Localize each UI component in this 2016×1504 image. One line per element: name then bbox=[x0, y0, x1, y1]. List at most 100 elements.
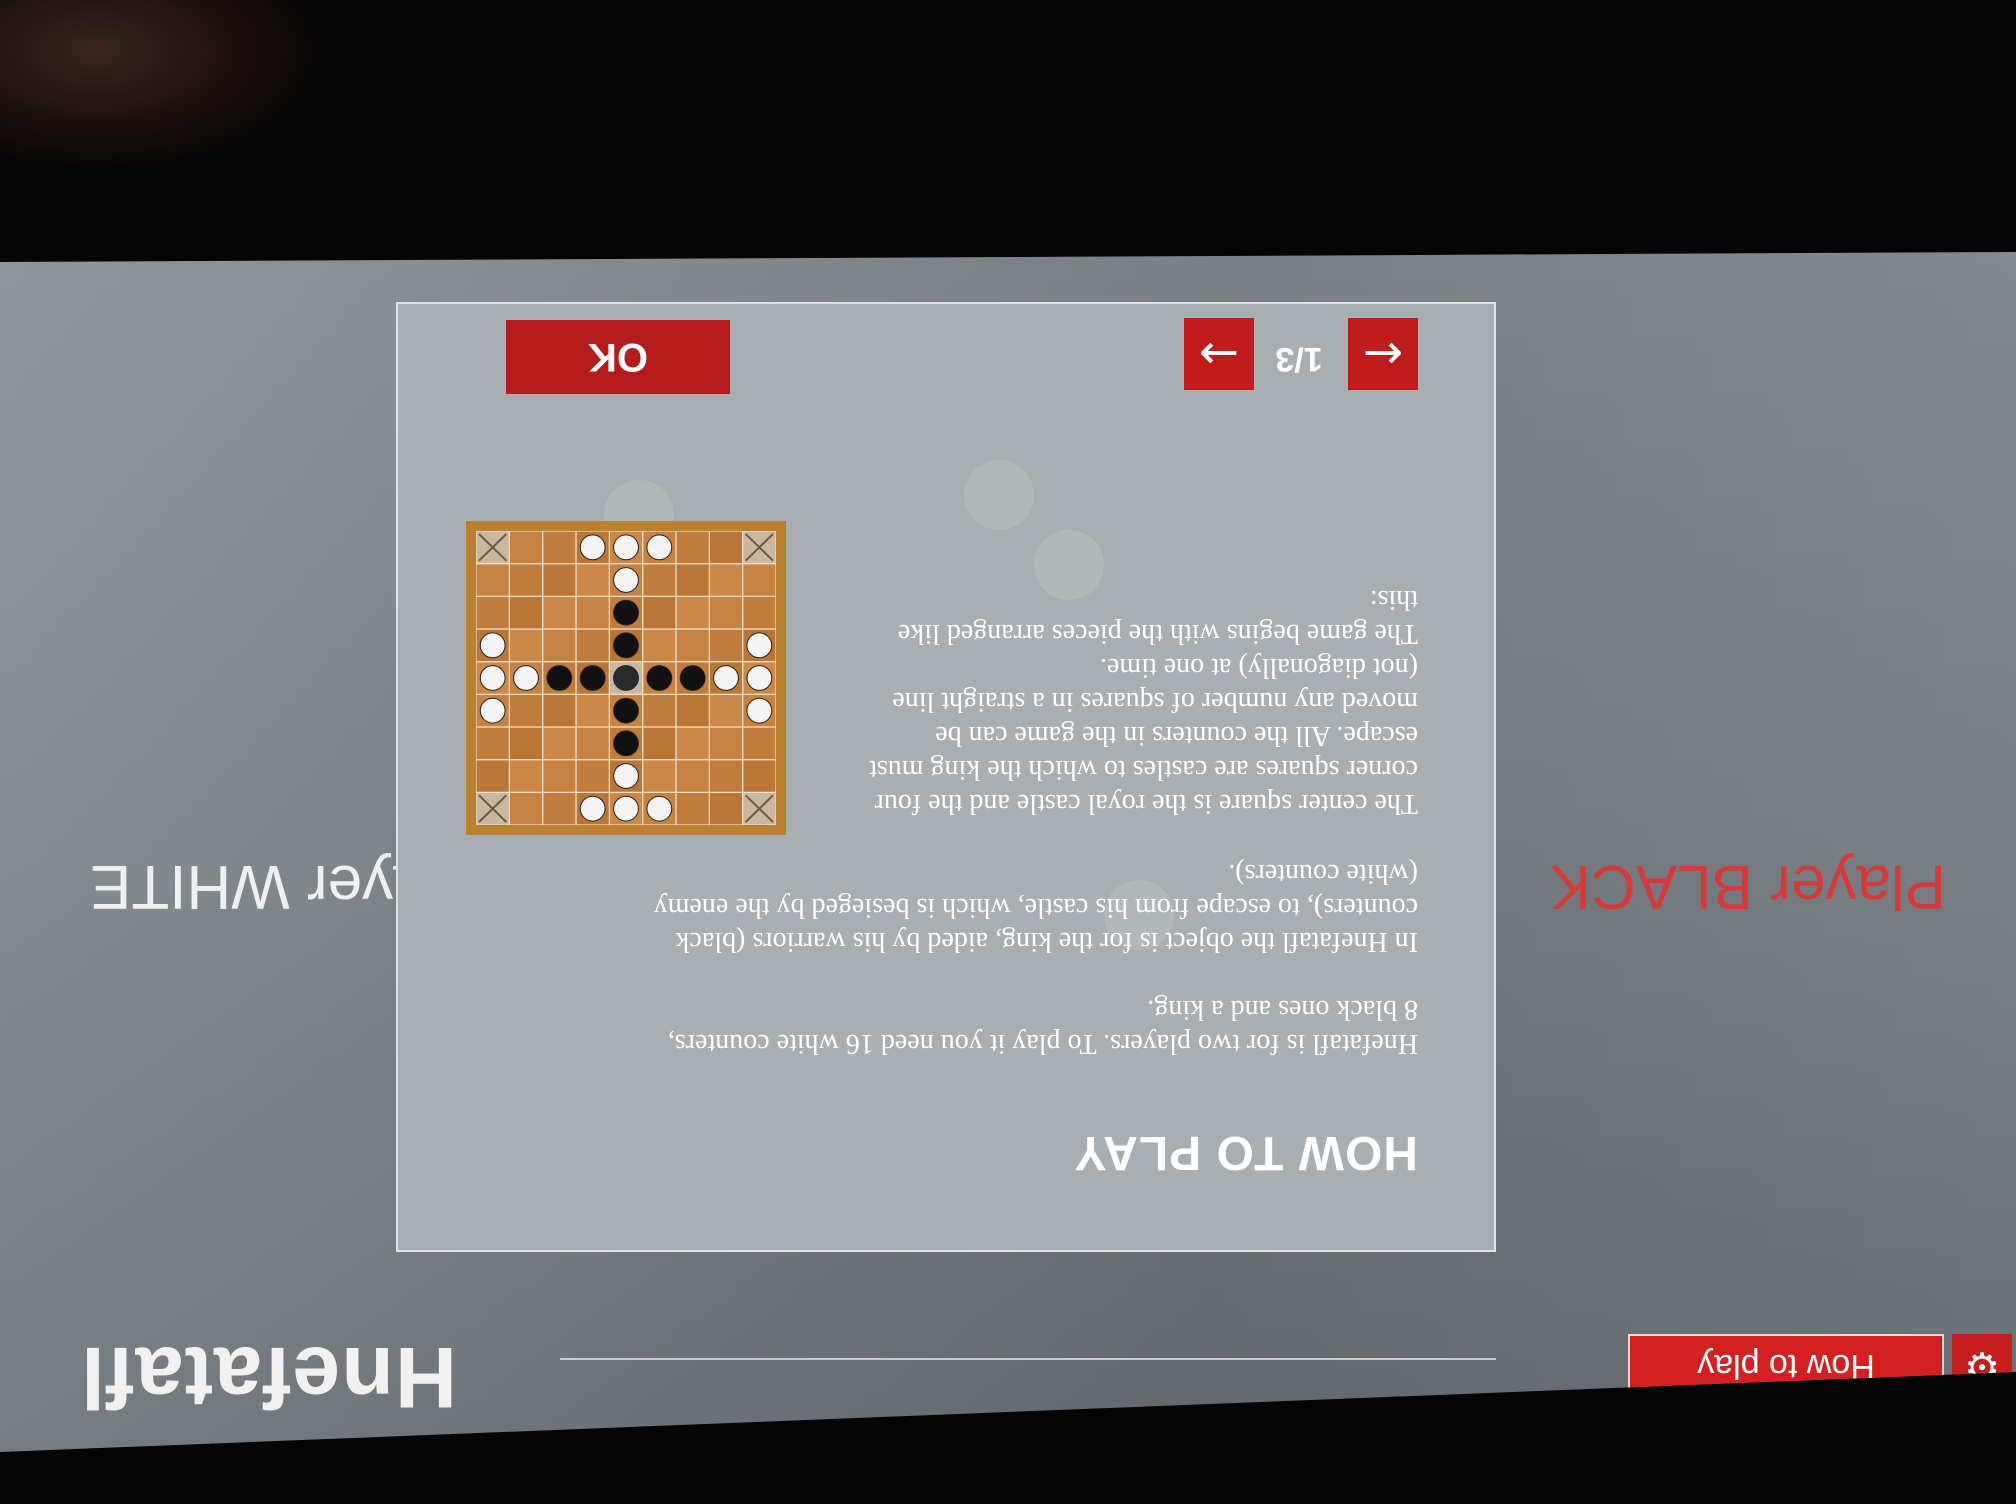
board-square bbox=[642, 693, 677, 728]
board-square bbox=[476, 759, 510, 793]
board-square bbox=[675, 563, 710, 597]
white-piece bbox=[746, 665, 773, 691]
board-square bbox=[542, 693, 577, 728]
board-square bbox=[642, 628, 677, 663]
board-square bbox=[675, 531, 710, 565]
board-square bbox=[575, 759, 610, 793]
prev-page-button[interactable]: ← bbox=[1348, 318, 1418, 390]
board-square bbox=[642, 759, 677, 793]
board-square bbox=[708, 563, 744, 597]
black-piece bbox=[646, 665, 673, 691]
black-piece bbox=[679, 665, 706, 691]
board-square bbox=[508, 531, 544, 565]
screen-content: ⚙ How to play Hnefatafl Player BLACK Pla… bbox=[0, 252, 2016, 1452]
white-piece bbox=[479, 665, 506, 691]
arrow-right-icon: → bbox=[1198, 326, 1240, 382]
starting-board-diagram bbox=[466, 521, 786, 835]
white-piece bbox=[713, 665, 739, 691]
board-square bbox=[542, 595, 577, 630]
board-square bbox=[508, 563, 544, 597]
board-square bbox=[708, 531, 744, 565]
board-square bbox=[675, 628, 710, 663]
board-square bbox=[742, 563, 776, 597]
white-piece bbox=[613, 567, 639, 593]
rules-paragraph: Hnefatafl is for two players. To play it… bbox=[667, 994, 1418, 1059]
board-square bbox=[476, 726, 510, 761]
white-piece bbox=[746, 632, 773, 659]
page-indicator: 1/3 bbox=[1275, 340, 1323, 378]
board-square bbox=[575, 595, 610, 630]
board-square bbox=[742, 759, 776, 793]
board-square bbox=[508, 759, 544, 793]
board-square bbox=[575, 726, 610, 761]
white-piece bbox=[479, 697, 506, 724]
board-square bbox=[575, 693, 610, 728]
gear-icon: ⚙ bbox=[1964, 1343, 2000, 1389]
board-square bbox=[542, 563, 577, 597]
title-divider bbox=[560, 1358, 1496, 1360]
next-page-button[interactable]: → bbox=[1184, 318, 1254, 390]
board-square bbox=[542, 628, 577, 663]
board-square bbox=[508, 595, 544, 630]
black-piece bbox=[579, 665, 606, 691]
board-square bbox=[508, 791, 544, 825]
white-piece bbox=[613, 763, 639, 789]
board-square bbox=[542, 531, 577, 565]
board-square bbox=[508, 726, 544, 761]
board-square bbox=[675, 693, 710, 728]
king-piece bbox=[613, 665, 639, 691]
board-square bbox=[708, 693, 744, 728]
rules-paragraph: In Hnefatafl the object is for the king,… bbox=[653, 858, 1418, 957]
board-square bbox=[508, 628, 544, 663]
board-square bbox=[575, 628, 610, 663]
board-square bbox=[708, 759, 744, 793]
board-square bbox=[708, 726, 744, 761]
board-square bbox=[642, 595, 677, 630]
white-piece bbox=[579, 795, 606, 822]
settings-button[interactable]: ⚙ bbox=[1952, 1334, 2012, 1398]
black-piece bbox=[613, 599, 639, 626]
board-square bbox=[708, 791, 744, 825]
ok-button[interactable]: OK bbox=[506, 320, 730, 394]
black-piece bbox=[546, 665, 573, 691]
arrow-left-icon: ← bbox=[1362, 326, 1404, 382]
how-to-play-button[interactable]: How to play bbox=[1628, 1334, 1944, 1398]
background-hand bbox=[0, 0, 320, 170]
white-piece bbox=[513, 665, 539, 691]
white-piece bbox=[579, 534, 606, 561]
how-to-play-label: How to play bbox=[1697, 1347, 1875, 1386]
board-square bbox=[742, 726, 776, 761]
board-square bbox=[675, 726, 710, 761]
white-piece bbox=[646, 795, 673, 822]
board-square bbox=[542, 726, 577, 761]
board-square bbox=[642, 726, 677, 761]
white-piece bbox=[613, 534, 639, 561]
ok-label: OK bbox=[588, 335, 648, 380]
board-square bbox=[476, 563, 510, 597]
board-square bbox=[542, 759, 577, 793]
board-square bbox=[675, 791, 710, 825]
dialog-title: HOW TO PLAY bbox=[1073, 1126, 1418, 1179]
board-square bbox=[675, 595, 710, 630]
board-square bbox=[642, 563, 677, 597]
board-square bbox=[542, 791, 577, 825]
board-svg bbox=[476, 531, 776, 825]
rules-paragraph: The center square is the royal castle an… bbox=[869, 652, 1418, 819]
board-square bbox=[742, 595, 776, 630]
board-square bbox=[575, 563, 610, 597]
black-piece bbox=[613, 697, 639, 724]
white-piece bbox=[613, 795, 639, 822]
board-square bbox=[675, 759, 710, 793]
board-square bbox=[708, 628, 744, 663]
how-to-play-dialog: HOW TO PLAY Hnefatafl is for two players… bbox=[396, 302, 1496, 1252]
black-piece bbox=[613, 632, 639, 659]
player-black-label: Player BLACK bbox=[1549, 852, 1946, 921]
board-square bbox=[708, 595, 744, 630]
white-piece bbox=[646, 534, 673, 561]
app-title: Hnefatafl bbox=[80, 1329, 457, 1425]
board-square bbox=[508, 693, 544, 728]
black-piece bbox=[613, 730, 639, 757]
board-square bbox=[476, 595, 510, 630]
white-piece bbox=[746, 697, 773, 724]
rules-paragraph: The game begins with the pieces arranged… bbox=[897, 584, 1418, 649]
